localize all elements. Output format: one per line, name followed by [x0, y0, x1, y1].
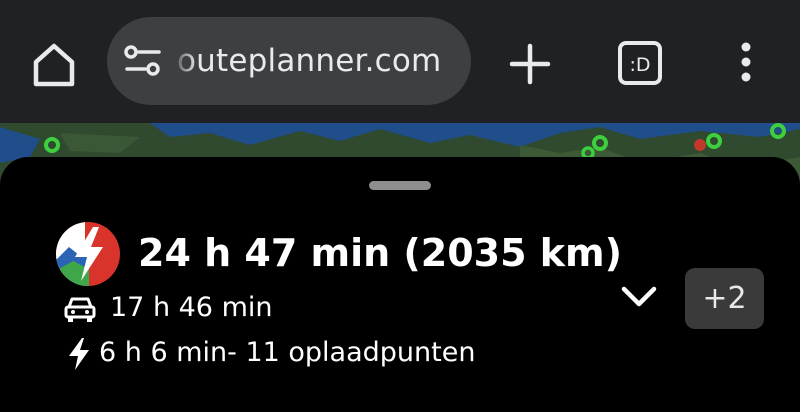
tune-icon[interactable]: [123, 45, 163, 77]
browser-toolbar: outeplanner.com :D: [0, 0, 800, 123]
plus-icon[interactable]: [508, 42, 552, 86]
url-fade: [171, 35, 197, 87]
route-marker: [694, 139, 706, 151]
route-total-summary: 24 h 47 min (2035 km): [138, 231, 622, 275]
charging-summary: 6 h 6 min- 11 oplaadpunten: [99, 337, 476, 368]
more-routes-button[interactable]: +2: [685, 268, 764, 329]
more-vert-icon[interactable]: [730, 40, 762, 86]
drive-time: 17 h 46 min: [110, 292, 273, 323]
tab-count-label: :D: [629, 54, 650, 76]
lightning-icon: [68, 338, 90, 370]
url-bar[interactable]: outeplanner.com: [107, 17, 471, 105]
car-icon: [64, 295, 96, 323]
url-text[interactable]: outeplanner.com: [177, 17, 441, 105]
drag-handle[interactable]: [369, 181, 431, 190]
route-summary-sheet: 24 h 47 min (2035 km) 17 h 46 min 6 h 6 …: [0, 157, 800, 412]
chevron-down-icon[interactable]: [619, 283, 659, 311]
home-icon[interactable]: [30, 38, 78, 90]
abrp-logo-icon: [55, 221, 121, 287]
tabs-icon[interactable]: :D: [617, 40, 663, 86]
